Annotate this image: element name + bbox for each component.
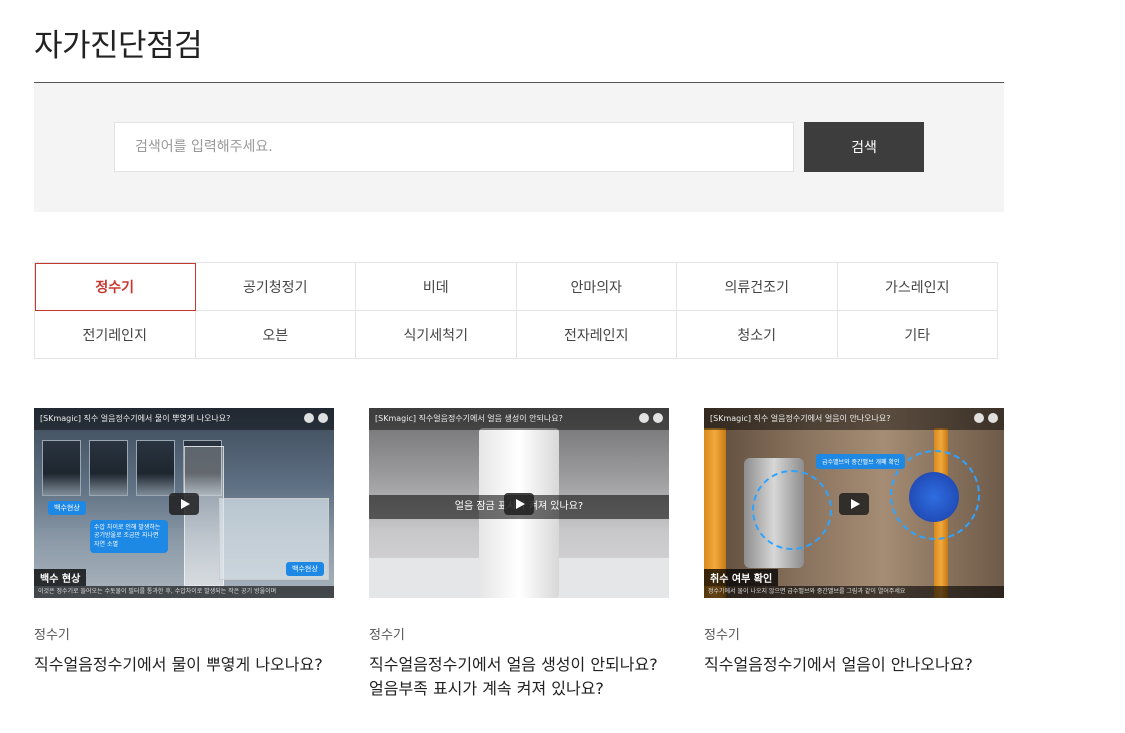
card-category: 정수기 [34, 628, 70, 643]
share-icon[interactable] [318, 413, 328, 423]
caption-strip: 취수 여부 확인 정수기에서 물이 나오지 않으면 급수밸브와 중간밸브를 그림… [704, 569, 1004, 598]
thumbnail-tag: 백수현상 [48, 501, 86, 515]
thumbnail-highlight [752, 470, 832, 550]
video-thumbnail[interactable]: 백수현상 수압 차이로 인해 발생하는 공기방울로 조금만 지나면 자연 소멸 … [34, 408, 334, 598]
card-title[interactable]: 직수얼음정수기에서 얼음이 안나오나요? [704, 653, 1004, 677]
category-tab-oven[interactable]: 오븐 [195, 311, 356, 359]
category-tab-clothes-dryer[interactable]: 의류건조기 [677, 263, 838, 311]
page-title: 자가진단점검 [34, 28, 203, 64]
video-card[interactable]: 급수밸브와 중간밸브 개폐 확인 [SKmagic] 직수 얼음정수기에서 얼음… [704, 408, 1004, 677]
caption-subtitle: 이것은 정수기로 들어오는 수돗물이 필터를 통과한 후, 수압차이로 발생되는… [34, 586, 334, 598]
video-title-bar: [SKmagic] 직수 얼음정수기에서 얼음이 안나오나요? [704, 408, 1004, 430]
card-category: 정수기 [369, 628, 405, 643]
video-title-bar: [SKmagic] 직수 얼음정수기에서 물이 뿌옇게 나오나요? [34, 408, 334, 430]
caption-strip: 백수 현상 이것은 정수기로 들어오는 수돗물이 필터를 통과한 후, 수압차이… [34, 569, 334, 598]
category-tab-etc[interactable]: 기타 [837, 311, 998, 359]
category-tabs: 정수기 공기청정기 비데 안마의자 의류건조기 가스레인지 전기레인지 오븐 식… [34, 262, 998, 359]
play-icon [515, 499, 525, 509]
play-icon [180, 499, 190, 509]
watch-later-icon[interactable] [974, 413, 984, 423]
card-title[interactable]: 직수얼음정수기에서 얼음 생성이 안되나요?얼음부족 표시가 계속 켜져 있나요… [369, 653, 669, 701]
video-thumbnail[interactable]: 얼음 잠금 표시가 켜져 있나요? [SKmagic] 직수얼음정수기에서 얼음… [369, 408, 669, 598]
play-button[interactable] [839, 493, 869, 515]
category-tab-air-purifier[interactable]: 공기청정기 [195, 263, 356, 311]
category-tab-massage-chair[interactable]: 안마의자 [516, 263, 677, 311]
watch-later-icon[interactable] [639, 413, 649, 423]
video-card[interactable]: 얼음 잠금 표시가 켜져 있나요? [SKmagic] 직수얼음정수기에서 얼음… [369, 408, 669, 701]
card-category: 정수기 [704, 628, 740, 643]
video-controls [974, 413, 998, 423]
play-button[interactable] [504, 493, 534, 515]
category-tab-microwave[interactable]: 전자레인지 [516, 311, 677, 359]
caption-label: 백수 현상 [34, 569, 87, 586]
category-tab-gas-range[interactable]: 가스레인지 [837, 263, 998, 311]
share-icon[interactable] [653, 413, 663, 423]
play-button[interactable] [169, 493, 199, 515]
category-tab-vacuum[interactable]: 청소기 [677, 311, 838, 359]
video-controls [304, 413, 328, 423]
play-icon [850, 499, 860, 509]
watch-later-icon[interactable] [304, 413, 314, 423]
video-title-bar: [SKmagic] 직수얼음정수기에서 얼음 생성이 안되나요? [369, 408, 669, 430]
search-button[interactable]: 검색 [804, 122, 924, 172]
card-title[interactable]: 직수얼음정수기에서 물이 뿌옇게 나오나요? [34, 653, 334, 677]
video-controls [639, 413, 663, 423]
thumbnail-blue-valve [909, 472, 959, 522]
thumbnail-bubble: 급수밸브와 중간밸브 개폐 확인 [816, 454, 906, 469]
category-tab-water-purifier[interactable]: 정수기 [35, 263, 196, 311]
caption-subtitle: 정수기에서 물이 나오지 않으면 급수밸브와 중간밸브를 그림과 같이 열어주세… [704, 586, 1004, 598]
thumbnail-bubble: 수압 차이로 인해 발생하는 공기방울로 조금만 지나면 자연 소멸 [90, 520, 168, 554]
category-tab-bidet[interactable]: 비데 [356, 263, 517, 311]
category-tab-dishwasher[interactable]: 식기세척기 [356, 311, 517, 359]
share-icon[interactable] [988, 413, 998, 423]
search-panel: 검색 [34, 83, 1004, 212]
video-thumbnail[interactable]: 급수밸브와 중간밸브 개폐 확인 [SKmagic] 직수 얼음정수기에서 얼음… [704, 408, 1004, 598]
thumbnail-glass [184, 446, 224, 586]
category-tab-electric-range[interactable]: 전기레인지 [35, 311, 196, 359]
search-input[interactable] [114, 122, 794, 172]
video-card[interactable]: 백수현상 수압 차이로 인해 발생하는 공기방울로 조금만 지나면 자연 소멸 … [34, 408, 334, 677]
caption-label: 취수 여부 확인 [704, 569, 779, 586]
